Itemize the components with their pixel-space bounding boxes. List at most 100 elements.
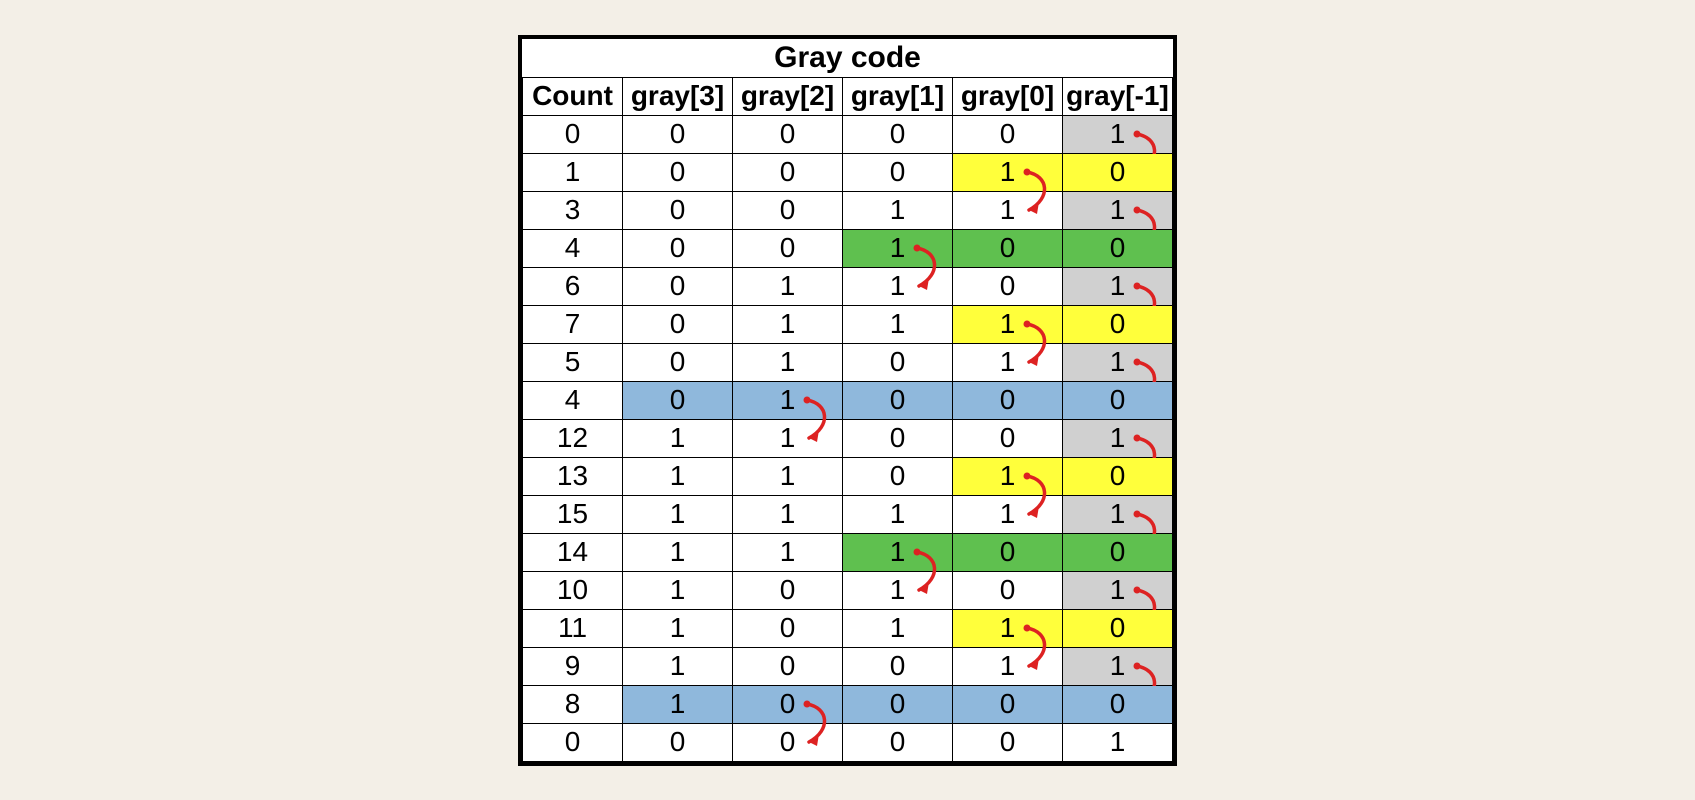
cell: 1 [1063, 115, 1173, 153]
cell: 1 [733, 381, 843, 419]
cell: 0 [733, 153, 843, 191]
table-row: 1211001 [523, 419, 1173, 457]
col-header: Count [523, 77, 623, 115]
cell: 1 [1063, 647, 1173, 685]
table-row: 501011 [523, 343, 1173, 381]
cell: 0 [843, 381, 953, 419]
cell: 1 [953, 457, 1063, 495]
table-row: 1411100 [523, 533, 1173, 571]
cell: 0 [843, 153, 953, 191]
cell: 1 [1063, 723, 1173, 761]
cell: 1 [843, 267, 953, 305]
cell: 3 [523, 191, 623, 229]
cell: 0 [953, 419, 1063, 457]
page: Gray code Countgray[3]gray[2]gray[1]gray… [0, 0, 1695, 800]
cell: 0 [1063, 381, 1173, 419]
cell: 0 [953, 533, 1063, 571]
table-row: 810000 [523, 685, 1173, 723]
table-row: 100010 [523, 153, 1173, 191]
cell: 0 [733, 571, 843, 609]
cell: 0 [733, 685, 843, 723]
cell: 1 [1063, 267, 1173, 305]
cell: 1 [623, 457, 733, 495]
cell: 0 [733, 229, 843, 267]
table-row: 910011 [523, 647, 1173, 685]
table-row: 601101 [523, 267, 1173, 305]
table-row: 1511111 [523, 495, 1173, 533]
cell: 0 [733, 115, 843, 153]
cell: 0 [1063, 609, 1173, 647]
cell: 1 [843, 571, 953, 609]
cell: 1 [733, 457, 843, 495]
cell: 1 [1063, 419, 1173, 457]
col-header: gray[0] [953, 77, 1063, 115]
cell: 0 [623, 229, 733, 267]
cell: 0 [623, 267, 733, 305]
cell: 1 [953, 647, 1063, 685]
cell: 0 [1063, 457, 1173, 495]
cell: 0 [623, 343, 733, 381]
cell: 1 [1063, 571, 1173, 609]
cell: 0 [1063, 685, 1173, 723]
cell: 0 [733, 191, 843, 229]
table-row: 300111 [523, 191, 1173, 229]
table-row: 1110110 [523, 609, 1173, 647]
cell: 1 [953, 191, 1063, 229]
cell: 0 [953, 685, 1063, 723]
cell: 0 [523, 115, 623, 153]
cell: 11 [523, 609, 623, 647]
gray-code-table-card: Gray code Countgray[3]gray[2]gray[1]gray… [518, 35, 1177, 766]
cell: 0 [953, 723, 1063, 761]
cell: 1 [623, 647, 733, 685]
cell: 0 [843, 419, 953, 457]
cell: 1 [953, 343, 1063, 381]
cell: 0 [1063, 533, 1173, 571]
cell: 1 [843, 191, 953, 229]
cell: 1 [953, 609, 1063, 647]
cell: 0 [623, 381, 733, 419]
cell: 0 [1063, 229, 1173, 267]
cell: 0 [1063, 153, 1173, 191]
cell: 0 [523, 723, 623, 761]
gray-code-table: Gray code Countgray[3]gray[2]gray[1]gray… [522, 39, 1173, 762]
cell: 1 [1063, 191, 1173, 229]
cell: 0 [733, 647, 843, 685]
cell: 0 [733, 723, 843, 761]
cell: 1 [523, 153, 623, 191]
cell: 0 [843, 647, 953, 685]
cell: 1 [1063, 343, 1173, 381]
cell: 1 [623, 495, 733, 533]
cell: 1 [623, 609, 733, 647]
cell: 1 [843, 533, 953, 571]
cell: 1 [623, 533, 733, 571]
cell: 7 [523, 305, 623, 343]
cell: 1 [843, 609, 953, 647]
cell: 0 [843, 723, 953, 761]
cell: 10 [523, 571, 623, 609]
cell: 5 [523, 343, 623, 381]
cell: 6 [523, 267, 623, 305]
col-header: gray[1] [843, 77, 953, 115]
cell: 1 [843, 229, 953, 267]
cell: 0 [843, 685, 953, 723]
cell: 4 [523, 381, 623, 419]
cell: 0 [843, 343, 953, 381]
cell: 1 [733, 267, 843, 305]
cell: 4 [523, 229, 623, 267]
cell: 15 [523, 495, 623, 533]
cell: 0 [623, 723, 733, 761]
cell: 1 [953, 305, 1063, 343]
cell: 0 [843, 457, 953, 495]
cell: 0 [623, 305, 733, 343]
cell: 12 [523, 419, 623, 457]
cell: 0 [623, 191, 733, 229]
cell: 1 [843, 305, 953, 343]
cell: 1 [733, 305, 843, 343]
table-row: 1311010 [523, 457, 1173, 495]
table-row: 1010101 [523, 571, 1173, 609]
cell: 0 [1063, 305, 1173, 343]
cell: 1 [733, 533, 843, 571]
table-row: 000001 [523, 115, 1173, 153]
cell: 8 [523, 685, 623, 723]
cell: 0 [843, 115, 953, 153]
